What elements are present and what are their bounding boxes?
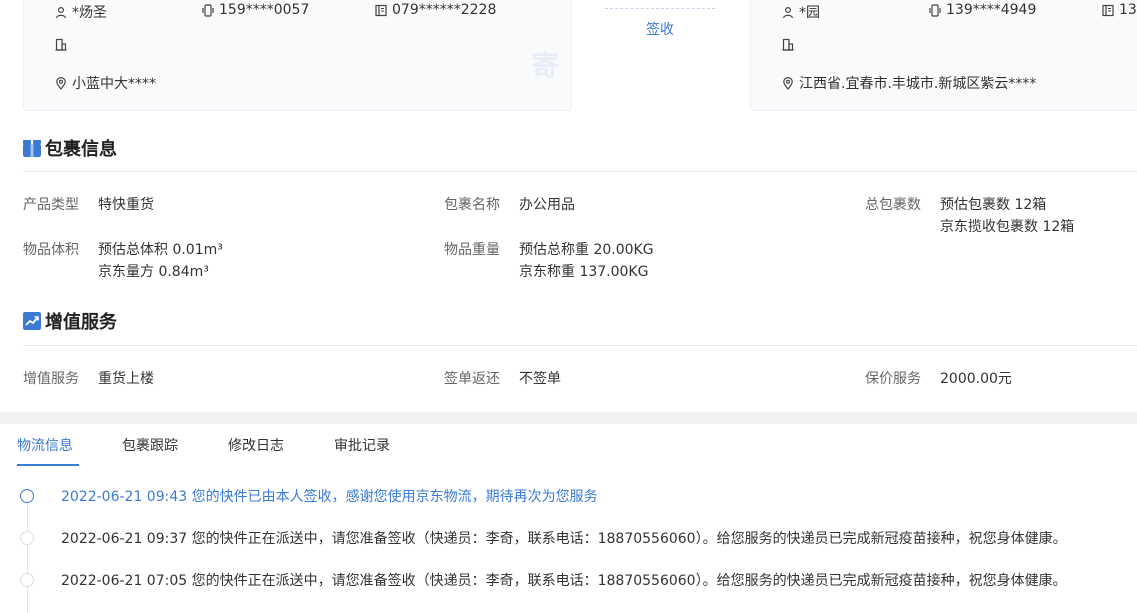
product-type-label: 产品类型 — [23, 197, 79, 213]
location-pin-icon — [782, 76, 794, 90]
sender-name: *炀圣 — [72, 5, 107, 21]
receipt-field: 签单返还 不签单 — [444, 368, 561, 390]
timeline-item: 2022-06-21 07:05 您的快件正在派送中，请您准备签收（快递员：李奇… — [0, 568, 1137, 592]
package-name-label: 包裹名称 — [444, 197, 500, 213]
tab-change-log[interactable]: 修改日志 — [228, 435, 284, 455]
building-icon — [782, 38, 794, 51]
service-field: 增值服务 重货上楼 — [23, 368, 154, 390]
weight-value: 预估总称重 20.00KG 京东称重 137.00KG — [519, 239, 654, 283]
receiver-mobile-row: 139****4949 — [929, 2, 1036, 18]
timeline-item: 2022-06-21 09:43 您的快件已由本人签收，感谢您使用京东物流，期待… — [0, 484, 1137, 508]
receipt-label: 签单返还 — [444, 371, 500, 387]
service-value: 重货上楼 — [98, 371, 154, 387]
total-packages-field: 总包裹数 预估包裹数 12箱 京东揽收包裹数 12箱 — [865, 194, 1074, 238]
receiver-phone: 13 — [1119, 2, 1137, 18]
package-title-text: 包裹信息 — [45, 139, 117, 160]
receiver-name-row: *园 — [782, 2, 820, 22]
volume-label: 物品体积 — [23, 242, 79, 258]
value-added-section-title: 增值服务 — [23, 308, 117, 334]
sign-status-label: 签收 — [646, 22, 674, 38]
section-separator-band — [0, 412, 1137, 424]
tab-logistics-info[interactable]: 物流信息 — [17, 435, 73, 455]
active-tab-indicator — [17, 464, 79, 466]
landline-phone-icon — [375, 4, 387, 17]
volume-value: 预估总体积 0.01m³ 京东量方 0.84m³ — [98, 239, 223, 283]
volume-field: 物品体积 预估总体积 0.01m³ 京东量方 0.84m³ — [23, 239, 223, 283]
insurance-value: 2000.00元 — [940, 371, 1012, 387]
estimated-weight: 预估总称重 20.00KG — [519, 242, 654, 258]
sender-phone-row: 079******2228 — [375, 2, 496, 18]
insurance-label: 保价服务 — [865, 371, 921, 387]
timeline-item: 2022-06-21 09:37 您的快件正在派送中，请您准备签收（快递员：李奇… — [0, 526, 1137, 550]
person-icon — [55, 6, 67, 19]
measured-volume: 京东量方 0.84m³ — [98, 264, 209, 280]
sender-card: *炀圣 159****0057 079******2228 小蓝中大**** 寄 — [23, 0, 572, 111]
sender-address: 小蓝中大**** — [72, 76, 156, 92]
package-name-field: 包裹名称 办公用品 — [444, 194, 575, 216]
sender-phone: 079******2228 — [392, 2, 497, 18]
detail-tabs: 物流信息 包裹跟踪 修改日志 审批记录 — [0, 424, 1137, 468]
package-divider — [23, 171, 1137, 172]
sender-company-row — [55, 38, 67, 51]
location-pin-icon — [55, 76, 67, 90]
sender-mobile-row: 159****0057 — [202, 2, 309, 18]
receiver-card: *园 139****4949 13 江西省.宜春市.丰城市.新城区紫云**** — [750, 0, 1137, 111]
receipt-value: 不签单 — [519, 371, 561, 387]
mobile-phone-icon — [202, 3, 214, 17]
value-added-divider — [23, 345, 1137, 346]
measured-weight: 京东称重 137.00KG — [519, 264, 649, 280]
sender-mobile: 159****0057 — [219, 2, 310, 18]
package-name-value: 办公用品 — [519, 197, 575, 213]
logistics-timeline: 2022-06-21 09:43 您的快件已由本人签收，感谢您使用京东物流，期待… — [0, 484, 1137, 613]
trend-chart-icon — [23, 312, 41, 330]
receiver-address-row: 江西省.宜春市.丰城市.新城区紫云**** — [782, 73, 1036, 93]
product-type-field: 产品类型 特快重货 — [23, 194, 154, 216]
sender-stamp: 寄 — [530, 49, 559, 82]
receiver-address: 江西省.宜春市.丰城市.新城区紫云**** — [799, 76, 1037, 92]
timeline-text: 2022-06-21 07:05 您的快件正在派送中，请您准备签收（快递员：李奇… — [61, 573, 1067, 589]
package-icon — [23, 140, 41, 157]
receiver-mobile: 139****4949 — [946, 2, 1037, 18]
person-icon — [782, 6, 794, 19]
total-packages-value: 预估包裹数 12箱 京东揽收包裹数 12箱 — [940, 194, 1074, 238]
estimated-packages: 预估包裹数 12箱 — [940, 197, 1047, 213]
insurance-field: 保价服务 2000.00元 — [865, 368, 1012, 390]
timeline-text: 2022-06-21 09:43 您的快件已由本人签收，感谢您使用京东物流，期待… — [61, 489, 598, 505]
weight-field: 物品重量 预估总称重 20.00KG 京东称重 137.00KG — [444, 239, 654, 283]
timeline-dot — [20, 531, 34, 545]
building-icon — [55, 38, 67, 51]
weight-label: 物品重量 — [444, 242, 500, 258]
sender-name-row: *炀圣 — [55, 2, 107, 22]
route-dashed-line — [605, 8, 715, 9]
package-section-title: 包裹信息 — [23, 135, 117, 161]
tab-approval-records[interactable]: 审批记录 — [334, 435, 390, 455]
timeline-text: 2022-06-21 09:37 您的快件正在派送中，请您准备签收（快递员：李奇… — [61, 531, 1067, 547]
receiver-name: *园 — [799, 5, 820, 21]
collected-packages: 京东揽收包裹数 12箱 — [940, 219, 1075, 235]
receiver-company-row — [782, 38, 794, 51]
estimated-volume: 预估总体积 0.01m³ — [98, 242, 223, 258]
landline-phone-icon — [1102, 4, 1114, 17]
tab-package-tracking[interactable]: 包裹跟踪 — [122, 435, 178, 455]
total-packages-label: 总包裹数 — [865, 197, 921, 213]
sender-address-row: 小蓝中大**** — [55, 73, 156, 93]
mobile-phone-icon — [929, 3, 941, 17]
value-added-title-text: 增值服务 — [45, 312, 117, 333]
timeline-dot — [20, 573, 34, 587]
receiver-phone-row: 13 — [1102, 2, 1137, 18]
service-label: 增值服务 — [23, 371, 79, 387]
timeline-line — [27, 498, 28, 613]
timeline-dot-current — [20, 489, 34, 503]
product-type-value: 特快重货 — [98, 197, 154, 213]
